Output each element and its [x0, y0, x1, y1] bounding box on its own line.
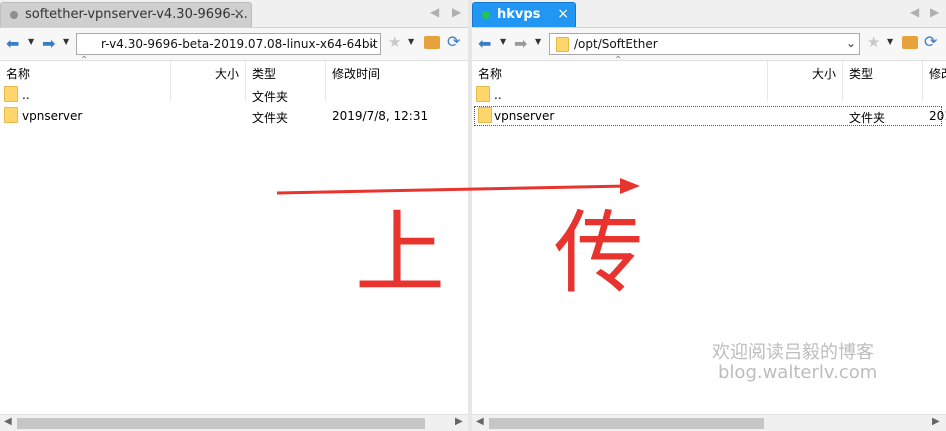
tab-scroll-right-icon[interactable]: ▶: [930, 5, 939, 19]
folder-icon: [4, 107, 18, 123]
forward-arrow-icon[interactable]: ➡: [514, 33, 527, 55]
refresh-icon[interactable]: ⟳: [447, 32, 460, 51]
chevron-down-icon[interactable]: ⌄: [846, 36, 856, 50]
scroll-thumb[interactable]: [17, 418, 425, 429]
bookmark-dropdown-icon[interactable]: ▼: [887, 37, 893, 46]
home-folder-icon[interactable]: [902, 36, 918, 49]
left-path-text: r-v4.30-9696-beta-2019.07.08-linux-x64-6…: [101, 37, 378, 51]
folder-icon: [556, 37, 569, 52]
folder-icon: [4, 86, 18, 102]
left-tab-title: softether-vpnserver-v4.30-9696-...: [25, 7, 248, 22]
chevron-down-icon[interactable]: ⌄: [367, 36, 377, 50]
sort-caret-icon: ⌃: [614, 55, 623, 66]
left-file-pane: softether-vpnserver-v4.30-9696-... × ◀ ▶…: [0, 0, 469, 431]
scroll-left-icon[interactable]: ◀: [476, 416, 484, 427]
forward-dropdown-icon[interactable]: ▼: [63, 37, 69, 46]
left-tab-bar: softether-vpnserver-v4.30-9696-... × ◀ ▶: [0, 0, 469, 28]
list-item[interactable]: vpnserver 文件夹 2019/7/8, 12:31: [0, 106, 469, 126]
folder-icon: [476, 86, 490, 102]
back-dropdown-icon[interactable]: ▼: [28, 37, 34, 46]
right-horizontal-scrollbar[interactable]: ◀ ▶: [472, 414, 946, 431]
tab-scroll-right-icon[interactable]: ▶: [452, 5, 461, 19]
tab-scroll-left-icon[interactable]: ◀: [430, 5, 439, 19]
forward-dropdown-icon[interactable]: ▼: [535, 37, 541, 46]
left-toolbar: ⬅ ▼ ➡ ▼ r-v4.30-9696-beta-2019.07.08-lin…: [0, 28, 469, 61]
back-arrow-icon[interactable]: ⬅: [478, 33, 491, 55]
folder-icon: [478, 107, 492, 123]
connection-status-dot: [482, 11, 490, 19]
scroll-left-icon[interactable]: ◀: [4, 416, 12, 427]
bookmark-dropdown-icon[interactable]: ▼: [408, 37, 414, 46]
close-tab-icon[interactable]: ×: [557, 6, 569, 22]
right-path-text: /opt/SoftEther: [574, 37, 658, 51]
list-item[interactable]: ..: [472, 85, 946, 105]
tab-scroll-left-icon[interactable]: ◀: [910, 5, 919, 19]
left-column-header: ⌃ 名称 大小 类型 修改时间: [0, 55, 469, 101]
scroll-thumb[interactable]: [489, 418, 764, 429]
left-horizontal-scrollbar[interactable]: ◀ ▶: [0, 414, 469, 431]
close-tab-icon[interactable]: ×: [233, 6, 245, 22]
right-path-input[interactable]: /opt/SoftEther ⌄: [549, 33, 860, 55]
right-column-header: ⌃ 名称 大小 类型 修改: [472, 55, 946, 101]
forward-arrow-icon[interactable]: ➡: [42, 33, 55, 55]
scroll-right-icon[interactable]: ▶: [932, 416, 940, 427]
sort-caret-icon: ⌃: [80, 55, 89, 66]
right-toolbar: ⬅ ▼ ➡ ▼ /opt/SoftEther ⌄ ★ ▼ ⟳: [472, 28, 946, 61]
refresh-icon[interactable]: ⟳: [924, 32, 937, 51]
list-item[interactable]: .. 文件夹: [0, 85, 469, 105]
right-file-pane: hkvps × ◀ ▶ ⬅ ▼ ➡ ▼ /opt/SoftEther ⌄ ★ ▼…: [472, 0, 946, 431]
left-tab[interactable]: softether-vpnserver-v4.30-9696-... ×: [0, 2, 252, 27]
scroll-right-icon[interactable]: ▶: [455, 416, 463, 427]
right-tab-title: hkvps: [497, 7, 541, 22]
right-tab[interactable]: hkvps ×: [472, 2, 576, 27]
connection-status-dot: [10, 11, 18, 19]
star-icon[interactable]: ★: [867, 33, 880, 51]
star-icon[interactable]: ★: [388, 33, 401, 51]
list-item[interactable]: vpnserver 文件夹 201: [474, 106, 946, 126]
back-dropdown-icon[interactable]: ▼: [500, 37, 506, 46]
left-path-input[interactable]: r-v4.30-9696-beta-2019.07.08-linux-x64-6…: [76, 33, 381, 55]
back-arrow-icon[interactable]: ⬅: [6, 33, 19, 55]
home-folder-icon[interactable]: [424, 36, 440, 49]
right-tab-bar: hkvps × ◀ ▶: [472, 0, 946, 28]
